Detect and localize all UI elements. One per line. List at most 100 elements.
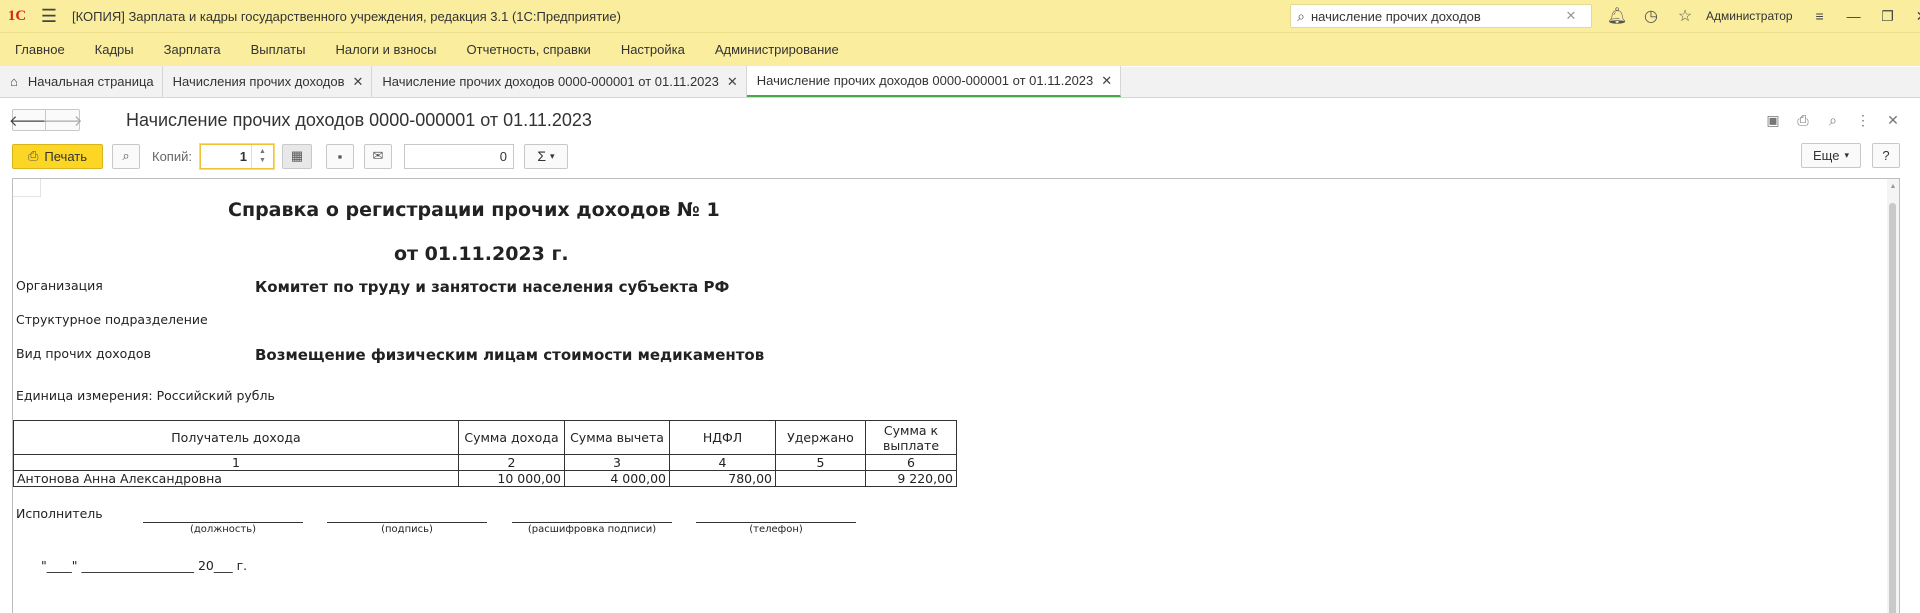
table-header-row: Получатель дохода Сумма дохода Сумма выч… [13,420,957,455]
tab-label: Начисления прочих доходов [172,74,345,89]
unit-label: Единица измерения: Российский рубль [16,388,275,403]
scroll-up-icon[interactable]: ▲ [1887,179,1899,193]
vertical-scrollbar[interactable]: ▲ [1887,179,1899,613]
command-bar: ⎙ Печать ⌕ Копий: 1 ▲ ▼ ▦ ▪ ✉ 0 Σ ▾ Еще ▾ ? [0,141,1920,171]
menu-salary[interactable]: Зарплата [149,33,236,67]
restore-button[interactable]: ❐ [1871,0,1905,32]
name-caption: (расшифровка подписи) [527,524,657,535]
print-button[interactable]: ⎙ Печать [12,143,103,169]
tab-label: Начисление прочих доходов 0000-000001 от… [382,74,719,89]
table-row: Антонова Анна Александровна 10 000,00 4 … [13,470,957,487]
phone-caption: (телефон) [749,524,803,535]
close-form-icon[interactable]: ✕ [1878,109,1908,131]
search-box[interactable]: ⌕ ✕ [1290,4,1592,28]
header-income: Сумма дохода [458,420,565,455]
1c-logo-icon[interactable]: 1С [0,0,34,32]
spreadsheet-document[interactable]: Справка о регистрации прочих доходов № 1… [12,178,1900,613]
minimize-button[interactable]: — [1837,0,1871,32]
date-line: "____" __________________ 20___ г. [41,558,248,573]
history-icon[interactable]: ◷ [1634,0,1668,32]
main-menu-icon[interactable]: ☰ [34,0,64,32]
scroll-thumb[interactable] [1889,203,1896,613]
menu-payments[interactable]: Выплаты [236,33,321,67]
report-title: Справка о регистрации прочих доходов № 1 [228,199,720,221]
name-line [512,522,672,523]
bell-icon[interactable]: 🔔︎ [1600,0,1634,32]
tab-label: Начисление прочих доходов 0000-000001 от… [756,73,1094,88]
menu-hr[interactable]: Кадры [80,33,149,67]
col-number: 1 [13,454,459,471]
forward-button[interactable]: 🡒 [42,109,83,131]
title-bar: 1С ☰ [КОПИЯ] Зарплата и кадры государств… [0,0,1920,32]
search-icon: ⌕ [1297,7,1305,24]
copies-value[interactable]: 1 [201,149,251,164]
sum-button[interactable]: Σ ▾ [523,143,568,169]
save-file-button[interactable]: ▪ [325,143,354,169]
col-number: 5 [775,454,866,471]
titlebar-actions: 🔔︎ ◷ ☆ Администратор ≡ — ❐ ✕ [1600,0,1920,32]
copies-spinner[interactable]: ▲ ▼ [250,144,273,168]
cell-ndfl: 780,00 [669,470,776,487]
dept-label: Структурное подразделение [16,312,208,327]
cell-recipient: Антонова Анна Александровна [13,470,459,487]
edit-mode-button[interactable]: ▦ [281,143,312,169]
settings-icon[interactable]: ≡ [1803,0,1837,32]
report-table: Получатель дохода Сумма дохода Сумма выч… [13,420,957,487]
more-button-label: Еще [1813,148,1840,163]
position-line [143,522,303,523]
menu-admin[interactable]: Администрирование [700,33,854,67]
col-number: 2 [458,454,565,471]
sheet-corner [13,179,41,197]
home-icon: ⌂ [10,74,18,89]
sigma-icon: Σ [537,148,547,164]
form-header: 🡐 🡒 Начисление прочих доходов 0000-00000… [0,99,1920,141]
edit-table-icon: ▦ [290,148,304,163]
position-caption: (должность) [189,524,257,535]
report-date: от 01.11.2023 г. [394,243,569,265]
sum-field[interactable]: 0 [403,143,514,169]
send-email-button[interactable]: ✉ [363,143,392,169]
phone-line [696,522,856,523]
preview-icon[interactable]: ⌕ [1818,109,1848,131]
org-label: Организация [16,278,103,293]
tab-home[interactable]: ⌂ Начальная страница [0,66,163,97]
menu-settings[interactable]: Настройка [606,33,700,67]
save-icon[interactable]: ▣ [1758,109,1788,131]
window-title: [КОПИЯ] Зарплата и кадры государственног… [72,8,621,24]
close-tab-icon[interactable]: ✕ [352,74,363,90]
form-title: Начисление прочих доходов 0000-000001 от… [126,109,592,130]
star-icon[interactable]: ☆ [1668,0,1702,32]
copies-field[interactable]: 1 ▲ ▼ [199,143,274,169]
menu-reports[interactable]: Отчетность, справки [452,33,606,67]
print-button-label: Печать [44,148,87,164]
more-actions-icon[interactable]: ⋮ [1848,109,1878,131]
header-deduction: Сумма вычета [564,420,670,455]
close-tab-icon[interactable]: ✕ [727,74,738,90]
tab-income-list[interactable]: Начисления прочих доходов ✕ [162,66,373,97]
header-recipient: Получатель дохода [13,420,459,455]
cell-income: 10 000,00 [458,470,565,487]
user-name[interactable]: Администратор [1702,9,1803,23]
close-window-button[interactable]: ✕ [1905,0,1920,32]
section-menu: Главное Кадры Зарплата Выплаты Налоги и … [0,32,1920,66]
menu-main[interactable]: Главное [0,33,80,67]
preview-button[interactable]: ⌕ [112,143,140,169]
copies-label: Копий: [152,148,192,164]
clear-search-icon[interactable]: ✕ [1561,8,1581,24]
tab-income-print[interactable]: Начисление прочих доходов 0000-000001 от… [746,66,1122,97]
header-withheld: Удержано [775,420,866,455]
income-type-label: Вид прочих доходов [16,346,151,361]
cell-withheld [775,470,866,487]
search-input[interactable] [1311,8,1561,24]
tab-label: Начальная страница [27,74,154,89]
form-header-actions: ▣ ⎙ ⌕ ⋮ ✕ [1758,109,1908,131]
close-tab-icon[interactable]: ✕ [1101,73,1112,89]
print-icon[interactable]: ⎙ [1788,109,1818,131]
tab-income-doc[interactable]: Начисление прочих доходов 0000-000001 от… [372,66,747,97]
menu-taxes[interactable]: Налоги и взносы [320,33,451,67]
back-button[interactable]: 🡐 [9,109,49,131]
header-ndfl: НДФЛ [669,420,776,455]
table-number-row: 1 2 3 4 5 6 [13,454,957,471]
more-button[interactable]: Еще ▾ [1801,143,1861,168]
help-button[interactable]: ? [1872,143,1900,168]
